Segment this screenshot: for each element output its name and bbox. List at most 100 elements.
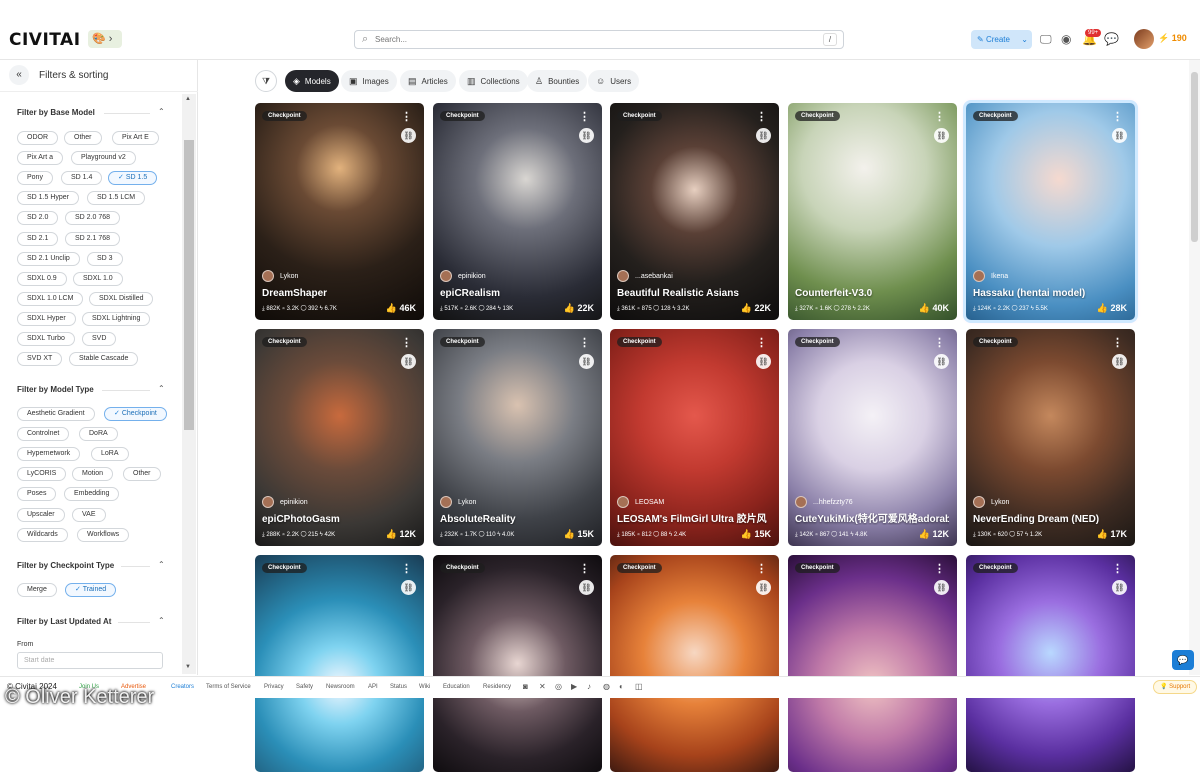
creator[interactable]: Lykon [440,496,476,508]
page-scroll-thumb[interactable] [1191,72,1198,242]
chip-base-model[interactable]: SDXL 1.0 LCM [17,291,84,306]
support-button[interactable]: 💡 Support [1153,680,1198,694]
chip-model-type[interactable]: LoRA [91,447,129,462]
link-icon[interactable]: ⛓ [579,128,594,143]
chat-fab-icon[interactable]: 💬 [1172,650,1194,670]
tab-collections[interactable]: ▥ Collections [459,70,528,92]
more-options-icon[interactable]: ⋮ [579,110,590,123]
model-name[interactable]: AbsoluteReality [440,514,594,525]
chip-model-type[interactable]: Embedding [64,487,120,502]
chip-model-type[interactable]: LyCORIS [17,467,67,482]
link-icon[interactable]: ⛓ [756,580,771,595]
link-icon[interactable]: ⛓ [579,354,594,369]
chip-base-model[interactable]: SD 1.5 LCM [87,191,146,206]
create-button[interactable]: ✎ Create ⌄ [971,30,1032,49]
link-icon[interactable]: ⛓ [401,128,416,143]
more-options-icon[interactable]: ⋮ [934,562,945,575]
scroll-thumb[interactable] [184,140,194,430]
model-card[interactable]: Checkpoint ⋮ ⛓ [255,555,424,772]
more-options-icon[interactable]: ⋮ [401,110,412,123]
logo-badge[interactable]: 🎨 › [88,30,122,48]
link-icon[interactable]: ⛓ [756,128,771,143]
model-name[interactable]: DreamShaper [262,288,416,299]
chip-model-type[interactable]: Controlnet [17,427,70,442]
scroll-down-icon[interactable]: ▼ [185,664,191,670]
link-icon[interactable]: ⛓ [401,580,416,595]
tiktok-icon[interactable]: ♪ [587,682,591,691]
start-date-input[interactable]: Start date [17,652,163,669]
more-options-icon[interactable]: ⋮ [1112,336,1123,349]
chip-base-model[interactable]: Other [64,131,102,145]
chip-base-model[interactable]: SDXL Lightning [82,311,151,326]
creator[interactable]: Ikena [973,270,1008,282]
chevron-down-icon[interactable]: ⌄ [1021,30,1028,49]
search-bar[interactable]: ⌕ / [354,30,844,49]
more-options-icon[interactable]: ⋮ [579,562,590,575]
x-icon[interactable]: ✕ [539,682,546,691]
chip-base-model[interactable]: SDXL Distilled [89,291,154,306]
more-options-icon[interactable]: ⋮ [579,336,590,349]
model-card[interactable]: Checkpoint ⋮ ⛓ Lykon AbsoluteReality ⤓ 232K ⌑… [433,329,602,546]
chip-base-model[interactable]: SD 2.1 Unclip [17,251,80,266]
footer-link[interactable]: Wiki [419,684,430,690]
chip-base-model[interactable]: SD 2.0 768 [65,211,121,226]
footer-link[interactable]: Terms of Service [206,684,251,690]
chat-icon[interactable]: 💬 [1104,32,1119,46]
model-name[interactable]: NeverEnding Dream (NED) [973,514,1127,525]
tab-models[interactable]: ◈ Models [285,70,339,92]
link-icon[interactable]: ⛓ [1112,128,1127,143]
model-card[interactable]: Checkpoint ⋮ ⛓ [610,555,779,772]
link-icon[interactable]: ⛓ [401,354,416,369]
civitai-logo[interactable]: CIVITAI [9,30,81,50]
instagram-icon[interactable]: ◎ [555,682,562,691]
model-card[interactable]: Checkpoint ⋮ ⛓ Ikena Hassaku (hentai model) ⤓… [966,103,1135,320]
link-icon[interactable]: ⛓ [934,128,949,143]
more-options-icon[interactable]: ⋮ [1112,562,1123,575]
chip-base-model[interactable]: SD 2.1 [17,231,59,246]
chip-base-model[interactable]: Pix Art E [112,131,159,145]
creator[interactable]: LEOSAM [617,496,664,508]
link-icon[interactable]: ⛓ [934,580,949,595]
chip-base-model[interactable]: SVD XT [17,352,63,367]
collapse-button[interactable]: « [9,65,29,85]
chip-model-type[interactable]: Poses [17,487,57,502]
creator[interactable]: epinikion [262,496,308,508]
model-card[interactable]: Checkpoint ⋮ ⛓ ...hhefzzty76 CuteYukiMix(特化可… [788,329,957,546]
chip-model-type[interactable]: Hypernetwork [17,447,81,462]
more-options-icon[interactable]: ⋮ [934,110,945,123]
footer-link[interactable]: Status [390,684,407,690]
tab-images[interactable]: ▣ Images [341,70,397,92]
chip-base-model[interactable]: Pony [17,171,53,186]
chip-base-model[interactable]: SDXL 0.9 [17,271,67,286]
chip-model-type[interactable]: Wildcards [17,527,68,542]
model-card[interactable]: Checkpoint ⋮ ⛓ ...asebankai Beautiful Realis… [610,103,779,320]
creator[interactable]: Lykon [262,270,298,282]
model-card[interactable]: Checkpoint ⋮ ⛓ epinikion epiCPhotoGasm ⤓ 288K… [255,329,424,546]
tab-bounties[interactable]: ♙ Bounties [527,70,588,92]
chip-base-model[interactable]: SD 1.5 Hyper [17,191,80,206]
chevron-up-icon[interactable]: ⌃ [158,107,165,116]
scroll-up-icon[interactable]: ▲ [185,96,191,102]
chip-checkpoint-type[interactable]: Merge [17,583,57,597]
model-name[interactable]: Hassaku (hentai model) [973,288,1127,299]
more-options-icon[interactable]: ⋮ [1112,110,1123,123]
model-name[interactable]: Beautiful Realistic Asians [617,288,771,299]
chip-base-model[interactable]: SD 2.0 [17,211,59,226]
model-name[interactable]: LEOSAM's FilmGirl Ultra 胶片风 [617,510,771,525]
chip-model-type[interactable]: Checkpoint [104,407,167,421]
tab-articles[interactable]: ▤ Articles [400,70,456,92]
more-options-icon[interactable]: ⋮ [934,336,945,349]
chip-checkpoint-type[interactable]: Trained [65,583,117,597]
footer-link[interactable]: API [368,684,378,690]
buzz-balance[interactable]: ⚡ 190 [1158,33,1187,44]
model-name[interactable]: Counterfeit-V3.0 [795,288,949,299]
footer-link[interactable]: Newsroom [326,684,355,690]
footer-link[interactable]: Residency [483,684,511,690]
tab-users[interactable]: ☺ Users [588,70,640,92]
footer-link[interactable]: Safety [296,684,313,690]
model-name[interactable]: epiCRealism [440,288,594,299]
link-icon[interactable]: ⛓ [756,354,771,369]
more-options-icon[interactable]: ⋮ [756,110,767,123]
footer-link[interactable]: Privacy [264,684,284,690]
footer-link[interactable]: Creators [171,684,194,690]
